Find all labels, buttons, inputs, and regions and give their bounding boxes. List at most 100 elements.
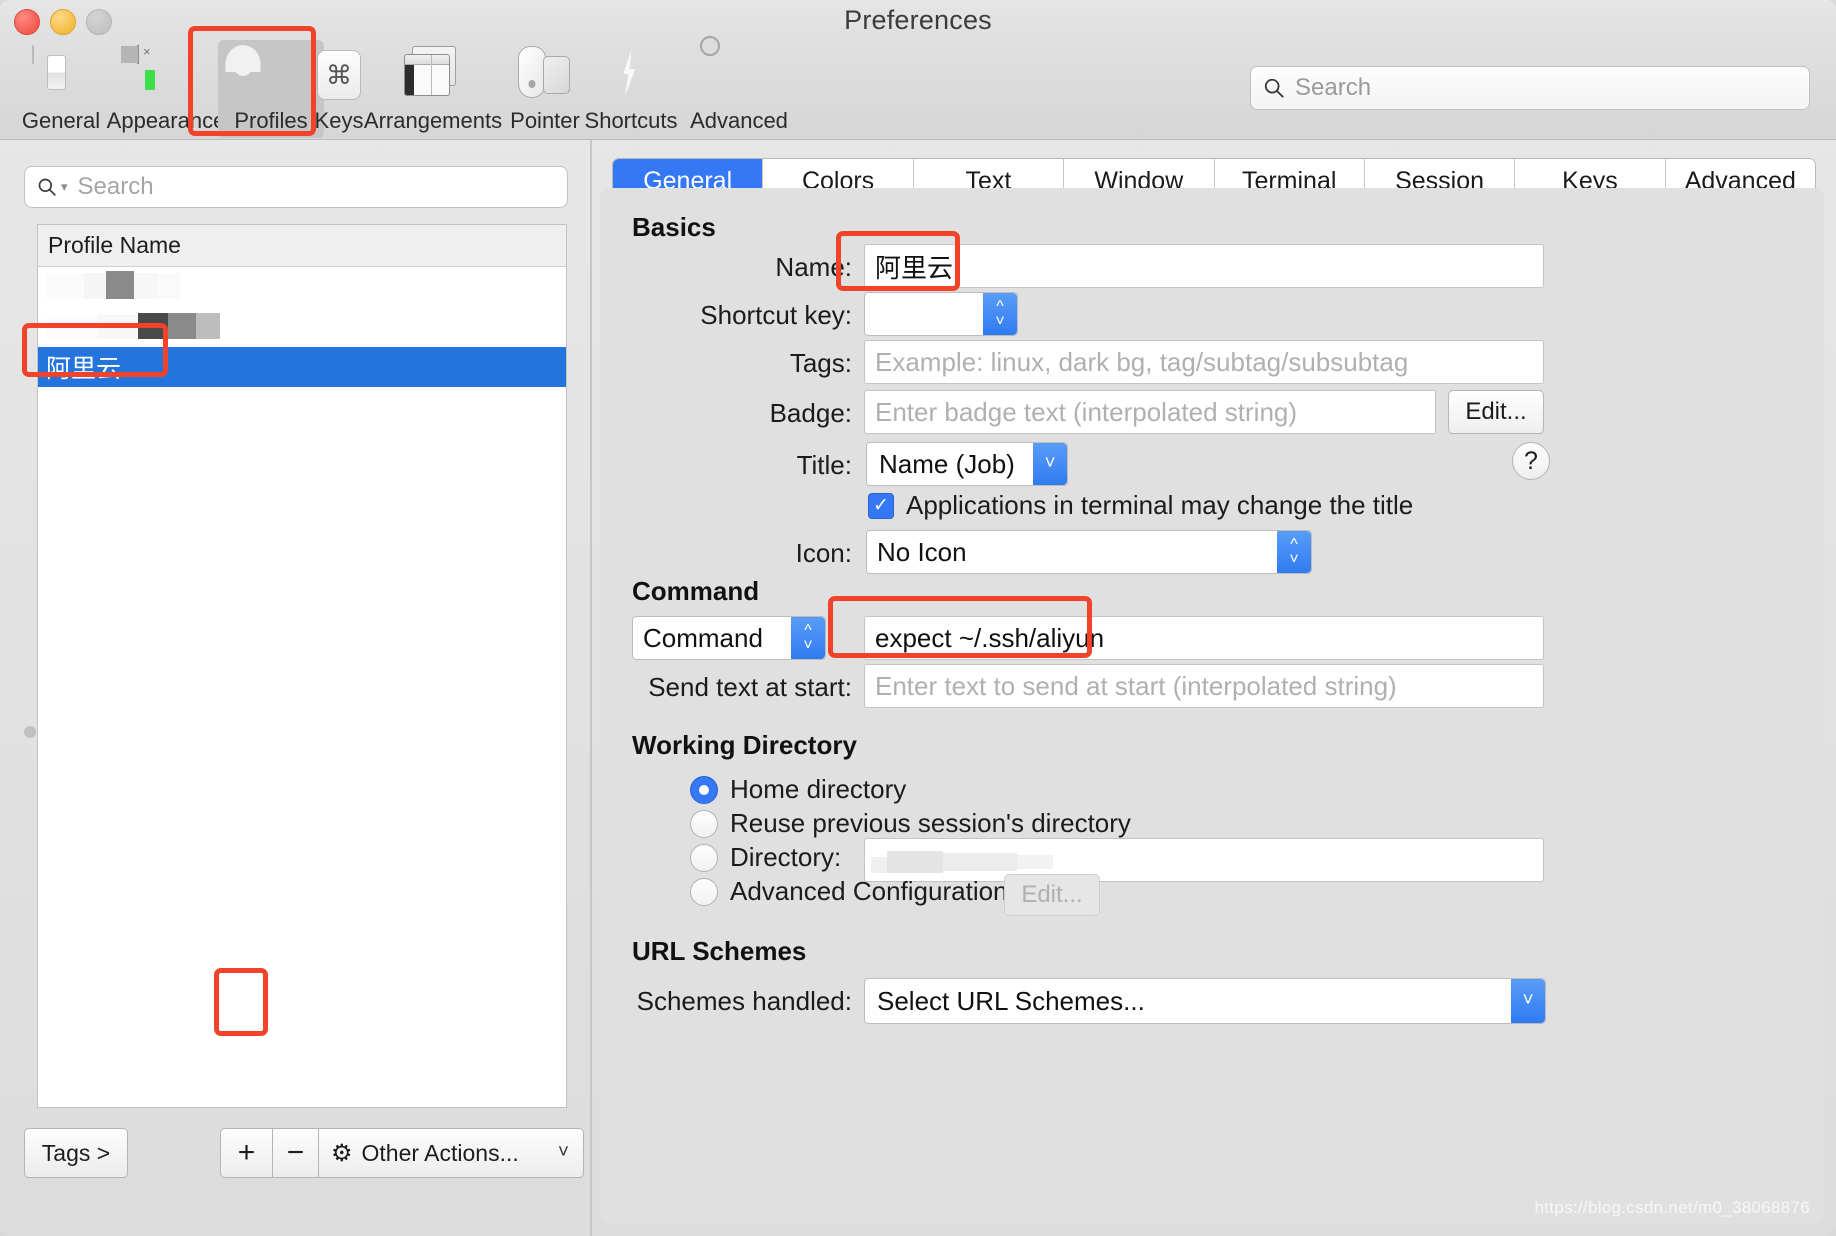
toolbar-item-general[interactable]: General [8, 40, 114, 138]
checkbox-checked-icon[interactable]: ✓ [868, 492, 894, 519]
toolbar-label-arrangements: Arrangements [363, 108, 503, 133]
remove-profile-button[interactable]: − [272, 1128, 318, 1178]
arrangements-windows-icon [404, 46, 462, 104]
radio-home-directory[interactable]: Home directory [690, 774, 906, 805]
schemes-handled-label: Schemes handled: [636, 986, 852, 1016]
pointer-mouse-icon [516, 46, 574, 104]
preferences-window: Preferences General Appearance Profiles … [0, 0, 1836, 1236]
chevron-down-icon[interactable]: ˅ [1033, 443, 1067, 485]
chevron-down-icon[interactable]: ˅ [1511, 979, 1545, 1023]
name-label: Name: [775, 252, 852, 282]
window-title: Preferences [844, 5, 992, 35]
command-heading: Command [632, 576, 760, 606]
stepper-arrows-icon[interactable]: ^ ˅ [791, 617, 825, 659]
send-text-label: Send text at start: [648, 672, 852, 702]
table-row[interactable] [38, 267, 566, 307]
stepper-arrows-icon[interactable]: ^ ˅ [983, 293, 1017, 335]
title-change-checkbox-label: Applications in terminal may change the … [906, 490, 1414, 520]
search-icon [38, 178, 56, 196]
send-text-field[interactable]: Enter text to send at start (interpolate… [864, 664, 1544, 708]
table-row[interactable] [38, 307, 566, 347]
url-schemes-heading: URL Schemes [632, 936, 807, 966]
tags-button[interactable]: Tags > [24, 1128, 128, 1178]
other-actions-button[interactable]: ⚙ Other Actions... ˅ [318, 1128, 584, 1178]
name-field-value: 阿里云 [875, 252, 954, 283]
radio-selected-icon[interactable] [690, 775, 718, 804]
radio-unselected-icon[interactable] [690, 877, 718, 906]
toolbar-search-input[interactable]: Search [1250, 66, 1810, 110]
keys-command-icon: ⌘ [310, 46, 368, 104]
toolbar-label-appearance: Appearance [106, 108, 226, 133]
shortcut-key-stepper[interactable]: ^ ˅ [864, 292, 1018, 336]
sidebar-search-input[interactable]: ▾ Search [24, 166, 568, 208]
radio-home-directory-label: Home directory [730, 774, 907, 804]
radio-reuse-previous-directory[interactable]: Reuse previous session's directory [690, 808, 1131, 839]
icon-stepper[interactable]: No Icon ^ ˅ [866, 530, 1312, 574]
badge-edit-button[interactable]: Edit... [1448, 390, 1544, 434]
toolbar-label-profiles: Profiles [234, 108, 308, 133]
other-actions-label: Other Actions... [361, 1139, 519, 1166]
basics-heading: Basics [632, 212, 716, 242]
sidebar-bottom-toolbar: Tags > + − ⚙ Other Actions... ˅ [24, 1128, 584, 1184]
split-view-handle[interactable] [24, 726, 36, 738]
toolbar-label-general: General [21, 108, 101, 133]
profile-list-table: Profile Name 阿里云 [37, 224, 567, 1108]
toolbar-label-keys: Keys [314, 108, 364, 133]
chevron-down-icon: ▾ [61, 179, 68, 194]
toolbar-item-advanced[interactable]: Advanced [686, 36, 792, 138]
column-header-label: Profile Name [48, 232, 181, 258]
profiles-person-icon [242, 45, 300, 104]
advanced-config-edit-button[interactable]: Edit... [1004, 874, 1100, 916]
profile-list-column-header[interactable]: Profile Name [38, 225, 566, 267]
schemes-handled-value: Select URL Schemes... [877, 985, 1145, 1016]
add-profile-button[interactable]: + [220, 1128, 272, 1178]
command-field[interactable]: expect ~/.ssh/aliyun [864, 616, 1544, 660]
tags-placeholder: Example: linux, dark bg, tag/subtag/subs… [875, 346, 1409, 377]
chevron-down-icon: ˅ [557, 1142, 569, 1163]
title-popup-value: Name (Job) [879, 448, 1015, 479]
radio-unselected-icon[interactable] [690, 843, 718, 872]
advanced-gear-icon [700, 36, 768, 104]
title-change-checkbox-row[interactable]: ✓ Applications in terminal may change th… [868, 490, 1413, 521]
radio-directory-label: Directory: [730, 842, 842, 872]
radio-reuse-previous-label: Reuse previous session's directory [730, 808, 1131, 838]
radio-directory[interactable]: Directory: [690, 842, 841, 873]
toolbar-item-shortcuts[interactable]: Shortcuts [578, 40, 684, 138]
profile-row-name: 阿里云 [46, 355, 122, 383]
profiles-sidebar: ▾ Search Profile Name 阿里云 Tags > + − ⚙ O… [0, 140, 592, 1236]
sidebar-search-placeholder: Search [77, 173, 154, 200]
preferences-toolbar: General Appearance Profiles ⌘ Keys Arran… [0, 36, 1836, 140]
gear-icon: ⚙ [331, 1139, 353, 1167]
name-field[interactable]: 阿里云 [864, 244, 1544, 288]
tags-field[interactable]: Example: linux, dark bg, tag/subtag/subs… [864, 340, 1544, 384]
stepper-arrows-icon[interactable]: ^ ˅ [1277, 531, 1311, 573]
profile-detail-pane: General Colors Text Window Terminal Sess… [592, 140, 1836, 1236]
radio-unselected-icon[interactable] [690, 809, 718, 838]
icon-value: No Icon [877, 536, 967, 567]
command-mode-stepper[interactable]: Command ^ ˅ [632, 616, 826, 660]
toolbar-label-pointer: Pointer [510, 108, 580, 133]
tags-label: Tags: [789, 348, 852, 378]
selected-profile-row[interactable]: 阿里云 [38, 347, 566, 387]
toolbar-label-shortcuts: Shortcuts [584, 108, 678, 133]
schemes-handled-popup[interactable]: Select URL Schemes... ˅ [864, 978, 1546, 1024]
title-help-button[interactable]: ? [1512, 442, 1550, 480]
title-label: Title: [796, 450, 852, 480]
search-icon [1264, 78, 1284, 98]
command-mode-value: Command [643, 622, 763, 653]
general-settings-panel: Basics Name: 阿里云 Shortcut key: ^ ˅ Tags: … [600, 188, 1824, 1224]
toolbar-item-arrangements[interactable]: Arrangements [364, 40, 502, 138]
general-switch-icon [32, 45, 90, 104]
toolbar-label-advanced: Advanced [690, 108, 788, 133]
watermark-text: https://blog.csdn.net/m0_38068876 [1534, 1198, 1810, 1217]
toolbar-item-appearance[interactable]: Appearance [104, 40, 228, 138]
icon-label: Icon: [795, 538, 852, 568]
command-field-value: expect ~/.ssh/aliyun [875, 622, 1105, 653]
badge-field[interactable]: Enter badge text (interpolated string) [864, 390, 1436, 434]
badge-placeholder: Enter badge text (interpolated string) [875, 396, 1298, 427]
title-popup[interactable]: Name (Job) ˅ [866, 442, 1068, 486]
shortcuts-bolt-icon [602, 46, 660, 104]
radio-advanced-config-label: Advanced Configuration [730, 876, 1008, 906]
shortcut-key-label: Shortcut key: [700, 300, 852, 330]
radio-advanced-configuration[interactable]: Advanced Configuration [690, 876, 1008, 907]
